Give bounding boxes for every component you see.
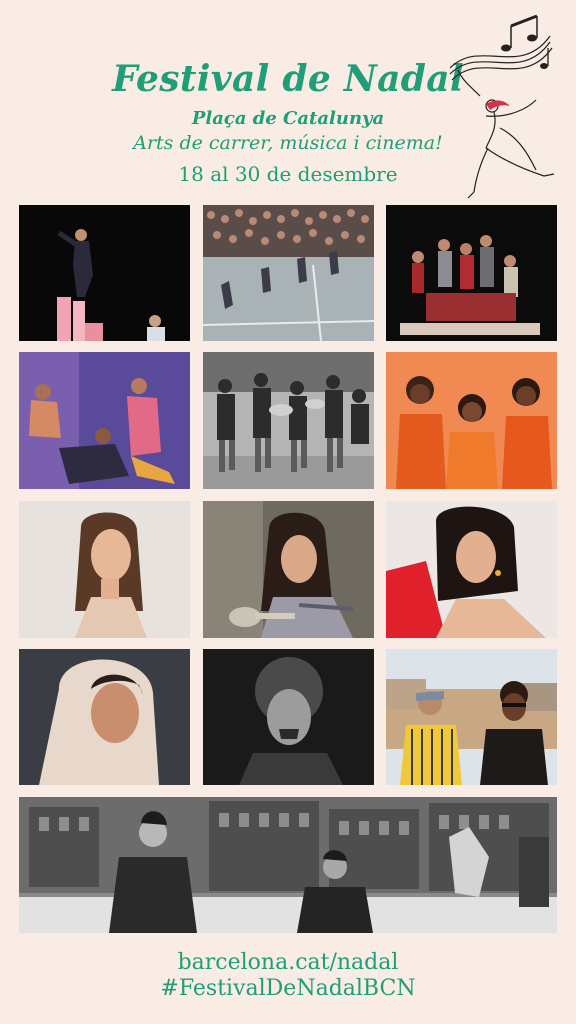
photo-acrobat-on-stage — [19, 205, 190, 341]
photo-circus-troupe — [386, 205, 557, 341]
photo-brass-band-bw — [203, 352, 374, 489]
photo-trio-orange — [386, 352, 557, 489]
photo-singer-bw — [203, 649, 374, 785]
header: Festival de Nadal Plaça de Catalunya Art… — [0, 0, 576, 200]
photo-woman-headscarf — [19, 649, 190, 785]
music-notes-icon — [449, 14, 555, 199]
photo-street-dance-crowd — [203, 205, 374, 341]
dancer-illustration — [457, 69, 555, 199]
photo-portrait-woman-red — [386, 501, 557, 638]
photo-dance-duo-purple — [19, 352, 190, 489]
photo-winter-city-film — [19, 797, 557, 933]
hashtag: #FestivalDeNadalBCN — [160, 976, 416, 1001]
photo-duo-outdoor — [386, 649, 557, 785]
photo-portrait-woman-light — [19, 501, 190, 638]
photo-trumpet-player — [203, 501, 374, 638]
website-link[interactable]: barcelona.cat/nadal — [0, 950, 576, 975]
